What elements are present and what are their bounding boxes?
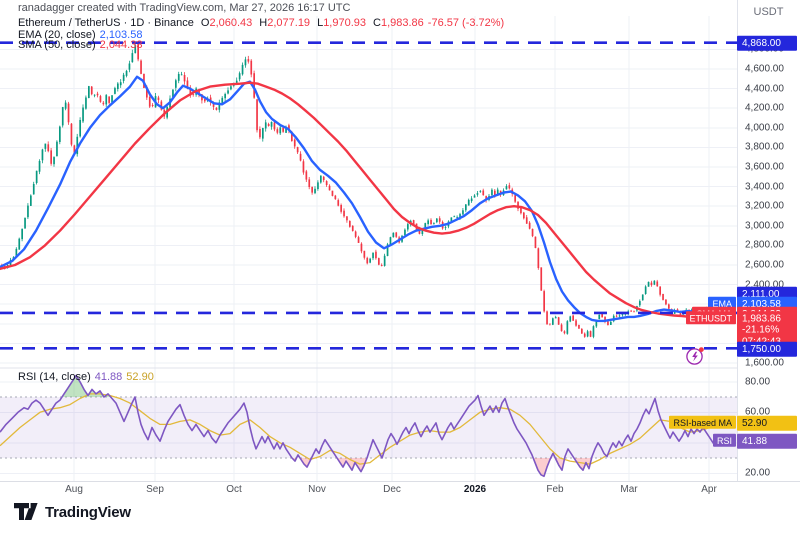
symbol-legend-row[interactable]: Ethereum / TetherUS · 1D · Binance O2,06… — [18, 17, 504, 29]
ohlc-open: O2,060.43 — [200, 17, 253, 29]
price-tick-label: 4,000.00 — [745, 122, 784, 134]
ohlc-high: H2,077.19 — [259, 17, 311, 29]
sma-line — [0, 81, 729, 321]
time-tick-label: Dec — [383, 484, 401, 495]
level-price-badge: 1,750.00 — [737, 341, 797, 357]
price-tick-label: 4,200.00 — [745, 102, 784, 114]
price-change: -76.57 (-3.72%) — [427, 17, 505, 29]
time-tick-label: Apr — [701, 484, 717, 495]
ohlc-low: L1,970.93 — [317, 17, 367, 29]
sma-legend-row[interactable]: SMA (50, close) 2,044.33 — [18, 39, 142, 51]
time-tick-label: Oct — [226, 484, 242, 495]
ohlc-close: C1,983.86 — [373, 17, 424, 29]
rsi-based-ma-price-badge: RSI-based MA 52.90 — [669, 415, 797, 431]
flash-events-icon[interactable] — [685, 346, 705, 366]
tradingview-logo-icon — [14, 503, 38, 520]
price-tick-label: 3,600.00 — [745, 161, 784, 173]
price-tick-label: 2,800.00 — [745, 239, 784, 251]
price-chart-canvas[interactable] — [0, 0, 737, 481]
axis-currency-label: USDT — [753, 6, 784, 18]
rsi-ma-value: 52.90 — [126, 371, 154, 383]
rsi-tick-label: 80.00 — [745, 376, 771, 388]
time-tick-label: Sep — [146, 484, 164, 495]
sma-label: SMA (50, close) — [18, 39, 96, 51]
tradingview-chart-window: ranadagger created with TradingView.com,… — [0, 0, 800, 534]
symbol-title: Ethereum / TetherUS · 1D · Binance — [18, 17, 194, 29]
rsi-tick-label: 20.00 — [745, 467, 771, 479]
rsi-price-badge: RSI 41.88 — [712, 433, 797, 449]
price-tick-label: 3,400.00 — [745, 181, 784, 193]
time-tick-label: 2026 — [463, 484, 487, 495]
price-tick-label: 1,600.00 — [745, 357, 784, 369]
price-tick-label: 3,200.00 — [745, 200, 784, 212]
price-tick-label: 2,600.00 — [745, 259, 784, 271]
price-tick-label: 3,000.00 — [745, 220, 784, 232]
level-price-badge: 4,868.00 — [737, 35, 797, 51]
candles — [1, 42, 728, 339]
tradingview-logo[interactable]: TradingView — [14, 503, 131, 521]
time-tick-label: Aug — [65, 484, 83, 495]
price-tick-label: 4,600.00 — [745, 63, 784, 75]
sma-value: 2,044.33 — [99, 39, 143, 51]
rsi-legend-row[interactable]: RSI (14, close) 41.88 52.90 — [18, 371, 154, 383]
attribution-text: ranadagger created with TradingView.com,… — [18, 2, 351, 14]
time-tick-label: Mar — [620, 484, 638, 495]
tradingview-logo-text: TradingView — [45, 503, 131, 521]
price-tick-label: 4,400.00 — [745, 83, 784, 95]
rsi-value: 41.88 — [94, 371, 123, 383]
time-tick-label: Feb — [546, 484, 564, 495]
rsi-label: RSI (14, close) — [18, 371, 91, 383]
price-tick-label: 3,800.00 — [745, 141, 784, 153]
time-tick-label: Nov — [308, 484, 326, 495]
